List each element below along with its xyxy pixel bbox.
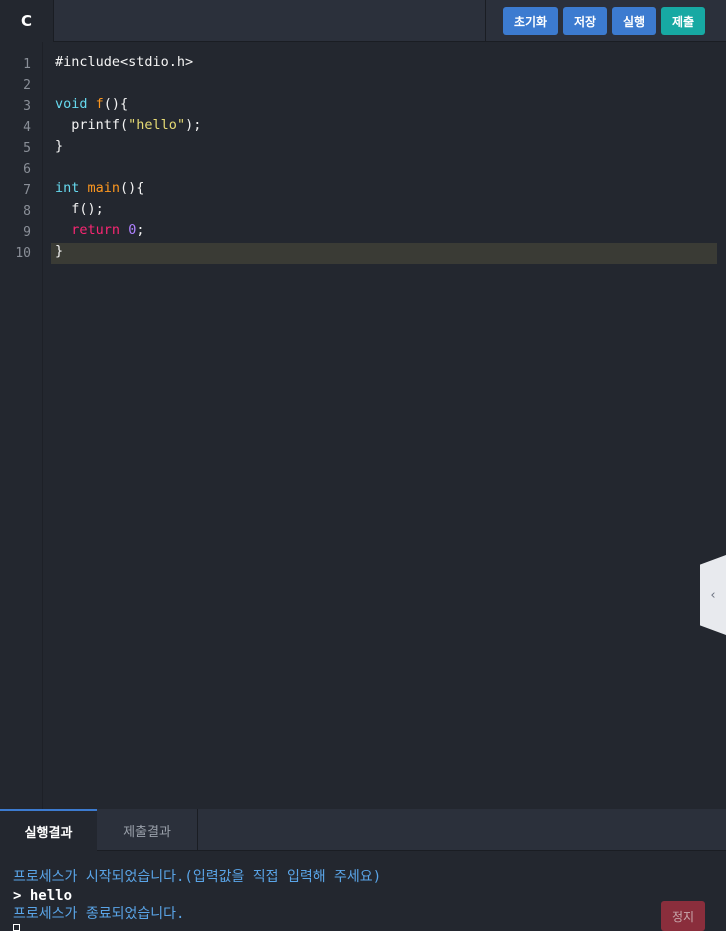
line-number: 1 — [23, 57, 31, 72]
code-text: printf( — [71, 117, 129, 133]
line-number: 10 — [15, 246, 31, 261]
run-button[interactable]: 실행 — [612, 7, 656, 35]
tab-language[interactable]: C — [0, 0, 54, 42]
chevron-left-icon: ‹ — [710, 587, 716, 603]
code-line-8[interactable]: f(); — [55, 201, 104, 222]
line-number: 5 — [23, 141, 31, 156]
code-keyword: return — [71, 222, 121, 238]
tab-submit-result[interactable]: 제출결과 — [97, 809, 198, 851]
code-function-name: main — [87, 180, 121, 196]
save-button[interactable]: 저장 — [563, 7, 607, 35]
line-number: 8 — [23, 204, 31, 219]
active-line-highlight — [51, 243, 717, 264]
console-line: > hello — [13, 888, 73, 904]
code-line-7[interactable]: int main(){ — [55, 180, 144, 201]
code-text: ); — [185, 117, 202, 133]
line-number: 4 — [23, 120, 31, 135]
code-text: } — [55, 243, 64, 259]
line-number: 6 — [23, 162, 31, 177]
code-text: (){ — [103, 96, 129, 112]
editor-toolbar: C 초기화 저장 실행 제출 — [0, 0, 726, 42]
line-number: 9 — [23, 225, 31, 240]
line-number: 3 — [23, 99, 31, 114]
code-line-1[interactable]: #include<stdio.h> — [55, 54, 193, 75]
code-text: ; — [136, 222, 145, 238]
code-line-4[interactable]: printf("hello"); — [55, 117, 201, 138]
code-text: #include<stdio.h> — [55, 54, 194, 70]
code-text: (){ — [120, 180, 145, 196]
code-line-9[interactable]: return 0; — [55, 222, 144, 243]
code-line-3[interactable]: void f(){ — [55, 96, 128, 117]
result-tabs: 실행결과 제출결과 — [0, 809, 726, 851]
line-number: 2 — [23, 78, 31, 93]
toolbar-divider — [485, 0, 486, 42]
code-line-5[interactable]: } — [55, 138, 63, 159]
stop-button[interactable]: 정지 — [661, 901, 705, 931]
line-number-gutter: 1 2 3 4 5 6 7 8 9 10 — [0, 42, 43, 809]
code-text: f(); — [71, 201, 104, 217]
code-text: } — [55, 138, 64, 154]
console-output[interactable]: 프로세스가 시작되었습니다.(입력값을 직접 입력해 주세요) > hello … — [0, 851, 726, 931]
tab-run-result[interactable]: 실행결과 — [0, 809, 97, 851]
code-function-name: f — [95, 96, 104, 112]
result-panel: 실행결과 제출결과 프로세스가 시작되었습니다.(입력값을 직접 입력해 주세요… — [0, 809, 726, 931]
code-line-10[interactable]: } — [55, 243, 63, 264]
submit-button[interactable]: 제출 — [661, 7, 705, 35]
code-editor[interactable]: 1 2 3 4 5 6 7 8 9 10 #include<stdio.h> v… — [0, 42, 726, 809]
collapse-panel-handle[interactable]: ‹ — [700, 555, 726, 635]
code-keyword: void — [55, 96, 88, 112]
code-keyword: int — [55, 180, 80, 196]
console-line: 프로세스가 종료되었습니다. — [13, 906, 185, 922]
console-cursor — [13, 924, 20, 931]
code-string: "hello" — [128, 117, 186, 133]
console-line: 프로세스가 시작되었습니다.(입력값을 직접 입력해 주세요) — [13, 869, 382, 885]
line-number: 7 — [23, 183, 31, 198]
reset-button[interactable]: 초기화 — [503, 7, 558, 35]
